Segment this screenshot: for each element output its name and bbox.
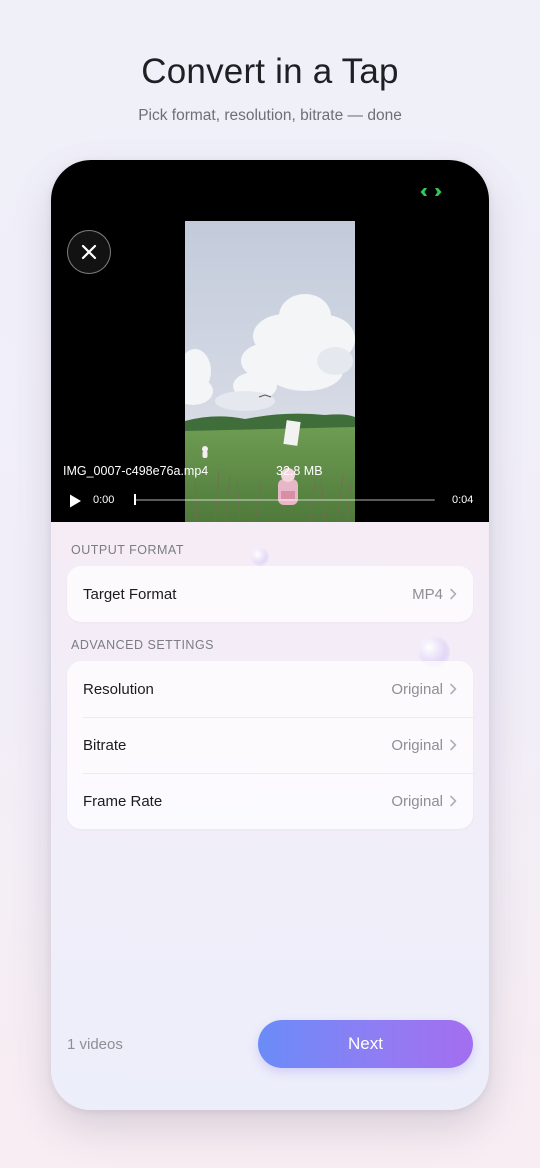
section-label-advanced-settings: ADVANCED SETTINGS: [71, 638, 215, 652]
row-resolution[interactable]: Resolution Original: [67, 661, 473, 717]
video-thumbnail: [185, 221, 355, 522]
chevron-right-icon: [450, 739, 457, 751]
row-label: Frame Rate: [83, 792, 163, 810]
advanced-settings-card: Resolution Original Bitrate Original Fra…: [67, 661, 473, 829]
file-size: 32.8 MB: [276, 464, 323, 478]
current-time: 0:00: [93, 494, 115, 506]
play-icon[interactable]: [67, 493, 83, 509]
chevron-right-icon: [450, 795, 457, 807]
page-title: Convert in a Tap: [141, 52, 399, 91]
row-label: Bitrate: [83, 736, 127, 754]
close-icon: [81, 244, 97, 260]
row-label: Resolution: [83, 680, 154, 698]
video-player[interactable]: IMG_0007-c498e76a.mp4 32.8 MB 0:00 0:04: [51, 160, 489, 522]
file-name: IMG_0007-c498e76a.mp4: [63, 464, 209, 478]
duration: 0:04: [452, 494, 474, 506]
row-target-format[interactable]: Target Format MP4: [67, 566, 473, 622]
output-format-card: Target Format MP4: [67, 566, 473, 622]
section-label-output-format: OUTPUT FORMAT: [71, 543, 184, 557]
chevron-right-icon: [450, 588, 457, 600]
expand-icon[interactable]: [419, 186, 443, 198]
close-button[interactable]: [67, 230, 111, 274]
next-button[interactable]: Next: [258, 1020, 473, 1068]
decorative-bubble: [251, 548, 269, 566]
page-subtitle: Pick format, resolution, bitrate — done: [138, 107, 402, 124]
row-value: MP4: [412, 585, 443, 603]
row-value: Original: [391, 792, 443, 810]
row-bitrate[interactable]: Bitrate Original: [67, 717, 473, 773]
chevron-right-icon: [450, 683, 457, 695]
row-value: Original: [391, 680, 443, 698]
phone-screen: IMG_0007-c498e76a.mp4 32.8 MB 0:00 0:04 …: [51, 160, 489, 1110]
progress-handle[interactable]: [134, 494, 136, 505]
progress-bar[interactable]: [135, 499, 435, 501]
row-value: Original: [391, 736, 443, 754]
row-label: Target Format: [83, 585, 177, 603]
row-frame-rate[interactable]: Frame Rate Original: [67, 773, 473, 829]
videos-count: 1 videos: [67, 1036, 123, 1053]
